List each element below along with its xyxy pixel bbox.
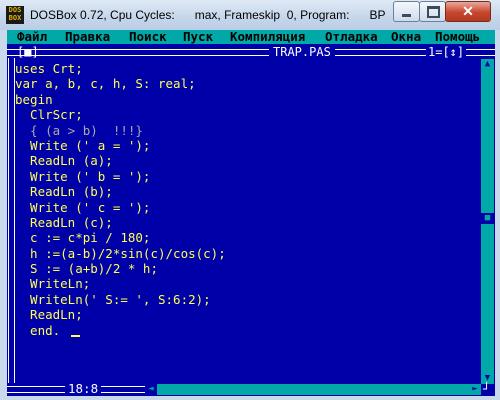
text-cursor <box>70 334 80 337</box>
code-line[interactable]: h :=(a-b)/2*sin(c)/cos(c); <box>15 246 485 261</box>
code-line[interactable]: ReadLn (c); <box>15 215 485 230</box>
code-line-text: Write (' a = '); <box>15 137 151 153</box>
code-line-text: c := c*pi / 180; <box>15 230 151 246</box>
code-line-text: ReadLn (a); <box>15 153 113 169</box>
cursor-position: 18:8 <box>65 382 102 396</box>
frame-left-border <box>8 58 15 383</box>
menu-item-3[interactable]: Пуск <box>183 30 213 44</box>
menu-item-0[interactable]: Файл <box>17 30 47 44</box>
code-line[interactable]: uses Crt; <box>15 61 485 76</box>
menu-item-2[interactable]: Поиск <box>129 30 167 44</box>
horizontal-scrollbar[interactable]: ◄ ► <box>145 384 481 395</box>
menu-bar: Файл Правка Поиск Пуск Компиляция Отладка Окна… <box>7 30 495 44</box>
code-line[interactable]: ReadLn (b); <box>15 184 485 199</box>
editor-close-box[interactable]: [■] <box>17 45 39 59</box>
code-line-text: ReadLn; <box>15 307 83 323</box>
dos-screen[interactable]: Файл Правка Поиск Пуск Компиляция Отладка Окна… <box>7 30 495 396</box>
code-line-text: ClrScr; <box>15 107 83 123</box>
scroll-thumb[interactable]: ■ <box>481 213 494 224</box>
close-button[interactable]: ✕ <box>445 1 491 22</box>
code-line[interactable]: S := (a+b)/2 * h; <box>15 261 485 276</box>
code-line-text: end. <box>15 322 68 338</box>
scroll-left-arrow-icon[interactable]: ◄ <box>145 384 157 395</box>
close-icon: ✕ <box>462 3 474 19</box>
frame-double-line <box>7 49 495 56</box>
code-line[interactable]: WriteLn; <box>15 276 485 291</box>
code-line[interactable]: ReadLn; <box>15 307 485 322</box>
code-line-text: h :=(a-b)/2*sin(c)/cos(c); <box>15 245 226 261</box>
code-line-text: begin <box>15 91 53 107</box>
editor-file-name: TRAP.PAS <box>269 45 335 59</box>
menu-item-6[interactable]: Окна <box>391 30 421 44</box>
menu-item-7[interactable]: Помощь <box>435 30 480 44</box>
code-line-text: Write (' c = '); <box>15 199 151 215</box>
code-line[interactable]: end. <box>15 323 485 338</box>
code-line-text: ReadLn (b); <box>15 184 113 200</box>
code-line[interactable]: Write (' a = '); <box>15 138 485 153</box>
resize-corner-icon[interactable]: ┘ <box>483 382 490 396</box>
scroll-up-arrow-icon[interactable]: ▲ <box>481 59 494 70</box>
editor-frame-bottom: 18:8 ◄ ► ┘ <box>7 382 495 396</box>
code-comment-line[interactable]: { (a > b) !!!} <box>15 123 485 138</box>
code-line-text: var a, b, c, h, S: real; <box>15 76 196 92</box>
maximize-button[interactable] <box>419 1 446 22</box>
code-line[interactable]: begin <box>15 92 485 107</box>
code-line[interactable]: Write (' c = '); <box>15 200 485 215</box>
code-line-text: WriteLn; <box>15 276 91 292</box>
code-line-text: Write (' b = '); <box>15 168 151 184</box>
menu-item-4[interactable]: Компиляция <box>230 30 305 44</box>
window-title-bar[interactable]: DOS BOX DOSBox 0.72, Cpu Cycles: max, Fr… <box>0 0 500 30</box>
code-line-text: { (a > b) !!!} <box>15 122 143 138</box>
code-line[interactable]: WriteLn(' S:= ', S:6:2); <box>15 292 485 307</box>
code-line-text: S := (a+b)/2 * h; <box>15 261 158 277</box>
code-line[interactable]: ClrScr; <box>15 107 485 122</box>
code-line[interactable]: c := c*pi / 180; <box>15 230 485 245</box>
dosbox-app-icon: DOS BOX <box>6 6 24 24</box>
window-title: DOSBox 0.72, Cpu Cycles: max, Frameskip … <box>30 8 386 22</box>
code-line[interactable]: var a, b, c, h, S: real; <box>15 76 485 91</box>
minimize-button[interactable] <box>393 1 420 22</box>
code-line-text: ReadLn (c); <box>15 214 113 230</box>
code-line-text: WriteLn(' S:= ', S:6:2); <box>15 291 211 307</box>
code-line[interactable]: ReadLn (a); <box>15 153 485 168</box>
scroll-right-arrow-icon[interactable]: ► <box>469 384 481 395</box>
editor-frame-top: [■] TRAP.PAS 1=[↕] <box>7 45 495 59</box>
menu-item-5[interactable]: Отладка <box>325 30 378 44</box>
vertical-scrollbar[interactable]: ▲ ■ ▼ <box>481 59 494 384</box>
menu-item-1[interactable]: Правка <box>65 30 110 44</box>
code-line-text: uses Crt; <box>15 61 83 76</box>
code-line[interactable]: Write (' b = '); <box>15 169 485 184</box>
code-editor[interactable]: uses Crt; var a, b, c, h, S: real; begin C… <box>15 61 485 338</box>
editor-window-number[interactable]: 1=[↕] <box>426 45 467 59</box>
